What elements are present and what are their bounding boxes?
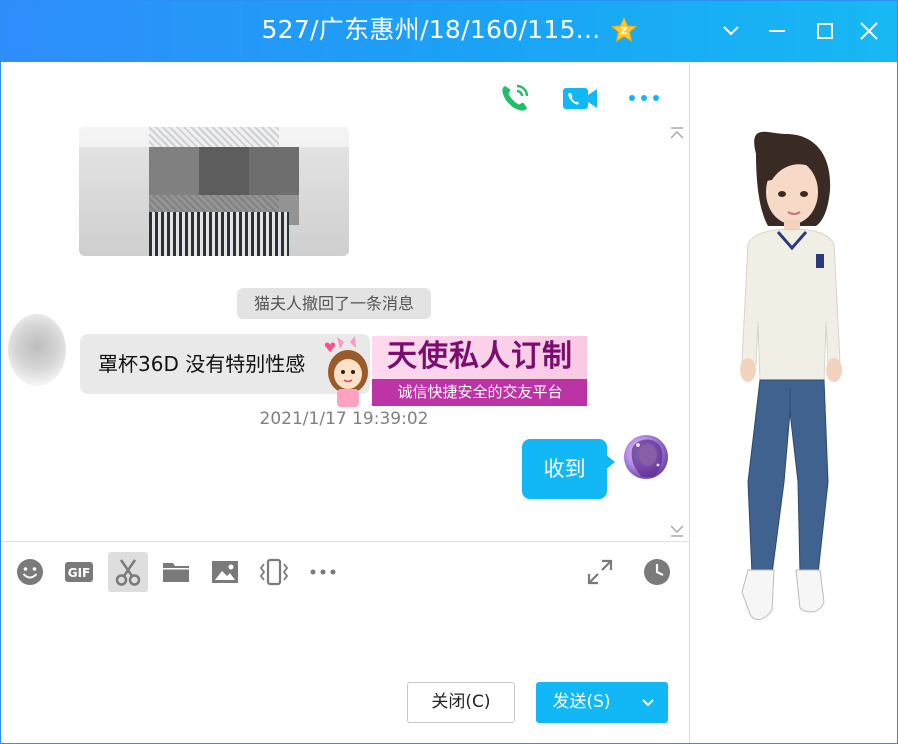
outgoing-bubble-tail [605, 454, 615, 470]
maximize-button[interactable] [810, 16, 840, 46]
contact-avatar[interactable] [8, 314, 66, 386]
close-button[interactable]: 关闭(C) [407, 682, 515, 723]
ad-overlay-banner[interactable]: 天使私人订制 诚信快捷安全的交友平台 [322, 334, 588, 408]
gif-icon: GIF [65, 562, 93, 582]
image-icon [212, 561, 238, 583]
avatar-portrait-icon [631, 439, 663, 477]
shake-icon [259, 558, 289, 586]
qq-show-panel [690, 62, 898, 744]
voice-call-icon [502, 84, 529, 111]
gif-button[interactable]: GIF [59, 552, 99, 592]
message-input[interactable] [2, 600, 689, 670]
scroll-to-top-icon[interactable] [668, 126, 686, 140]
more-icon [310, 569, 336, 575]
shake-button[interactable] [254, 552, 294, 592]
svg-text:GIF: GIF [68, 566, 91, 580]
message-history-button[interactable] [637, 552, 677, 592]
voice-call-button[interactable] [497, 80, 533, 116]
chevron-down-icon [723, 26, 739, 36]
ad-headline: 天使私人订制 [387, 339, 573, 374]
minimize-icon [769, 30, 785, 32]
svg-text:Z: Z [620, 26, 628, 37]
more-icon [629, 95, 659, 101]
screenshot-scissors-icon [115, 559, 141, 586]
avatar-figure [740, 131, 842, 620]
send-options-dropdown[interactable] [627, 682, 668, 723]
my-avatar[interactable] [624, 435, 668, 479]
more-options-button[interactable] [626, 80, 662, 116]
maximize-icon [817, 23, 833, 39]
screenshot-button[interactable] [108, 552, 148, 592]
close-window-button[interactable] [854, 16, 884, 46]
chevron-down-icon [641, 698, 654, 706]
message-timestamp: 2021/1/17 19:39:02 [0, 409, 688, 429]
close-icon [860, 22, 878, 40]
video-call-icon [563, 88, 597, 109]
image-button[interactable] [205, 552, 245, 592]
emoji-icon [17, 559, 43, 585]
timestamp-text: 2021/1/17 19:39:02 [259, 409, 429, 429]
ad-tagline: 诚信快捷安全的交友平台 [397, 383, 563, 401]
shared-photo[interactable] [79, 127, 349, 256]
more-tools-button[interactable] [303, 552, 343, 592]
emoji-button[interactable] [10, 552, 50, 592]
expand-input-button[interactable] [580, 552, 620, 592]
file-button[interactable] [156, 552, 196, 592]
minimize-button[interactable] [762, 16, 792, 46]
send-button[interactable]: 发送(S) [536, 682, 627, 723]
expand-icon [587, 559, 613, 585]
input-divider [2, 541, 689, 542]
window-title: 527/广东惠州/18/160/115... [261, 15, 601, 44]
folder-icon [163, 563, 189, 582]
history-clock-icon [644, 559, 670, 585]
recall-notice: 猫夫人撤回了一条消息 [237, 288, 432, 319]
video-call-button[interactable] [562, 80, 598, 116]
outgoing-message-bubble[interactable]: 收到 [522, 439, 607, 499]
scroll-to-bottom-icon[interactable] [668, 524, 686, 538]
title-bar: 527/广东惠州/18/160/115... Z [0, 0, 898, 62]
minimize-dropdown-button[interactable] [716, 16, 746, 46]
vip-star-icon[interactable]: Z [610, 17, 637, 43]
